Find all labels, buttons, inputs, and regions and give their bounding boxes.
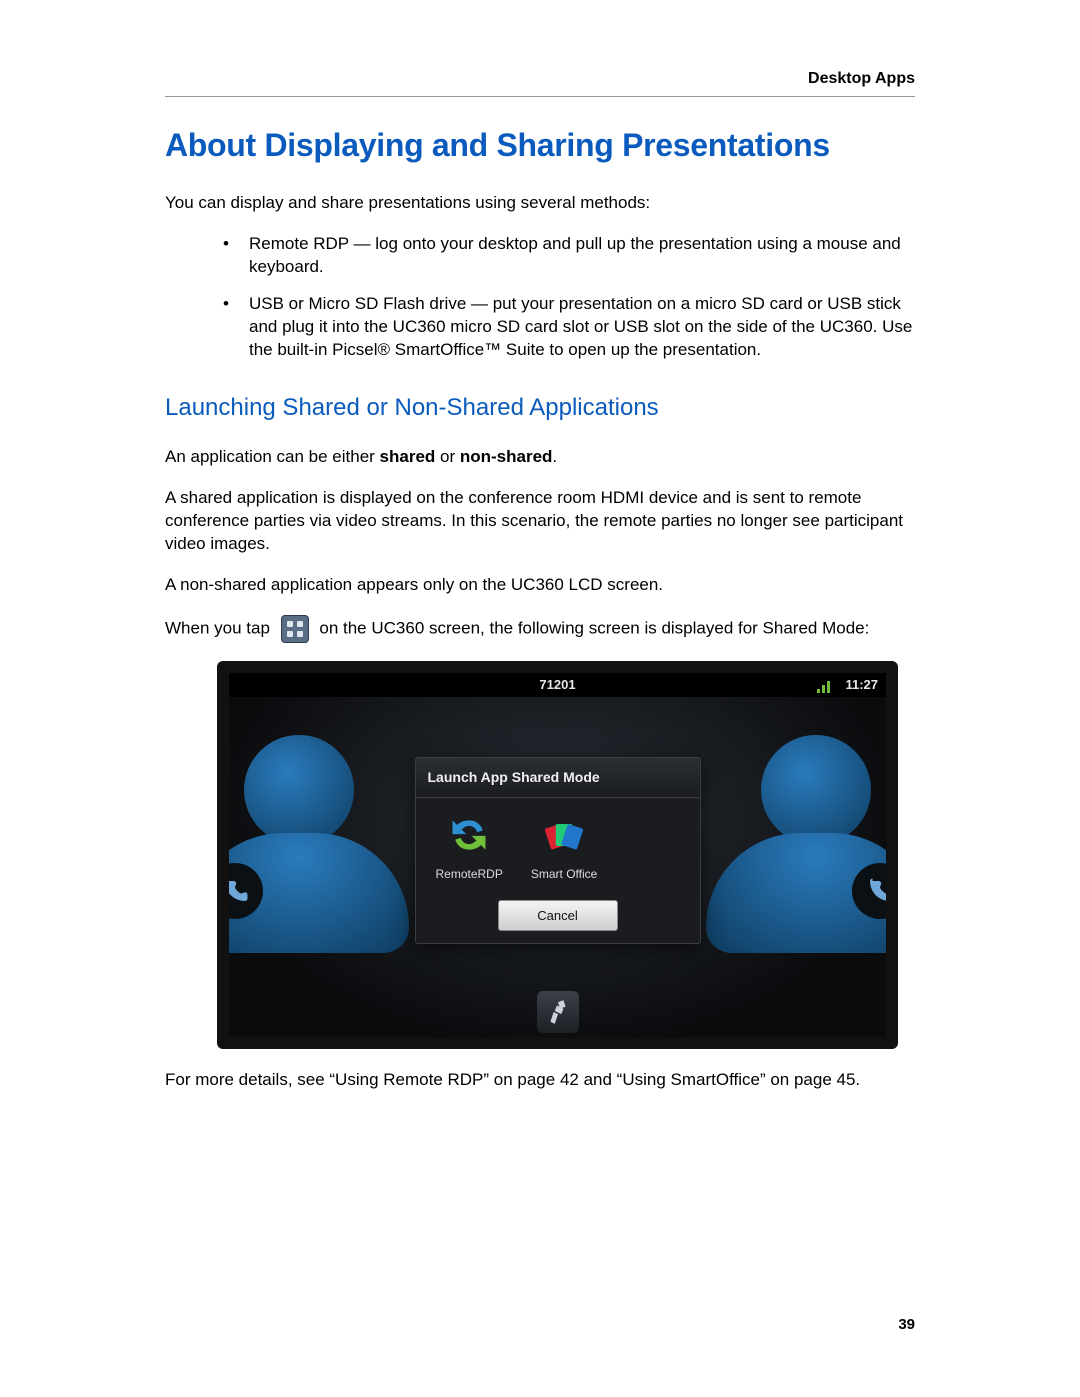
signal-icon xyxy=(816,678,832,702)
text-bold: non-shared xyxy=(460,447,553,466)
body-paragraph: A shared application is displayed on the… xyxy=(165,487,915,556)
page-header: Desktop Apps xyxy=(165,70,915,97)
app-label: Smart Office xyxy=(531,866,597,882)
body-paragraph: A non-shared application appears only on… xyxy=(165,574,915,597)
text: . xyxy=(552,447,557,466)
text: on the UC360 screen, the following scree… xyxy=(319,618,869,637)
clock-time: 11:27 xyxy=(845,673,878,697)
phone-icon xyxy=(852,863,898,919)
remote-rdp-app[interactable]: RemoteRDP xyxy=(436,812,503,882)
avatar-right xyxy=(696,735,898,965)
status-bar: 71201 11:27 xyxy=(229,673,886,697)
section-subheading: Launching Shared or Non-Shared Applicati… xyxy=(165,392,915,424)
page-title: About Displaying and Sharing Presentatio… xyxy=(165,127,915,164)
text: When you tap xyxy=(165,618,270,637)
list-item: Remote RDP — log onto your desktop and p… xyxy=(165,233,915,279)
body-paragraph: An application can be either shared or n… xyxy=(165,446,915,469)
cards-fan-icon xyxy=(541,812,587,858)
uc360-screenshot: 71201 11:27 xyxy=(217,661,898,1049)
footer-paragraph: For more details, see “Using Remote RDP”… xyxy=(165,1069,915,1092)
extension-number: 71201 xyxy=(539,673,575,697)
text: or xyxy=(435,447,460,466)
methods-list: Remote RDP — log onto your desktop and p… xyxy=(165,233,915,362)
text: An application can be either xyxy=(165,447,380,466)
intro-text: You can display and share presentations … xyxy=(165,192,915,215)
app-label: RemoteRDP xyxy=(436,866,503,882)
page-number: 39 xyxy=(165,1316,915,1333)
cleanup-icon[interactable] xyxy=(537,991,579,1033)
sync-arrows-icon xyxy=(446,812,492,858)
body-paragraph: When you tap on the UC360 screen, the fo… xyxy=(165,615,915,643)
text-bold: shared xyxy=(380,447,436,466)
cancel-button[interactable]: Cancel xyxy=(498,900,618,932)
apps-grid-icon xyxy=(281,615,309,643)
dialog-title: Launch App Shared Mode xyxy=(416,758,700,798)
phone-icon xyxy=(217,863,263,919)
launch-app-dialog: Launch App Shared Mode RemoteRDP xyxy=(415,757,701,945)
smart-office-app[interactable]: Smart Office xyxy=(531,812,597,882)
list-item: USB or Micro SD Flash drive — put your p… xyxy=(165,293,915,362)
avatar-left xyxy=(217,735,419,965)
